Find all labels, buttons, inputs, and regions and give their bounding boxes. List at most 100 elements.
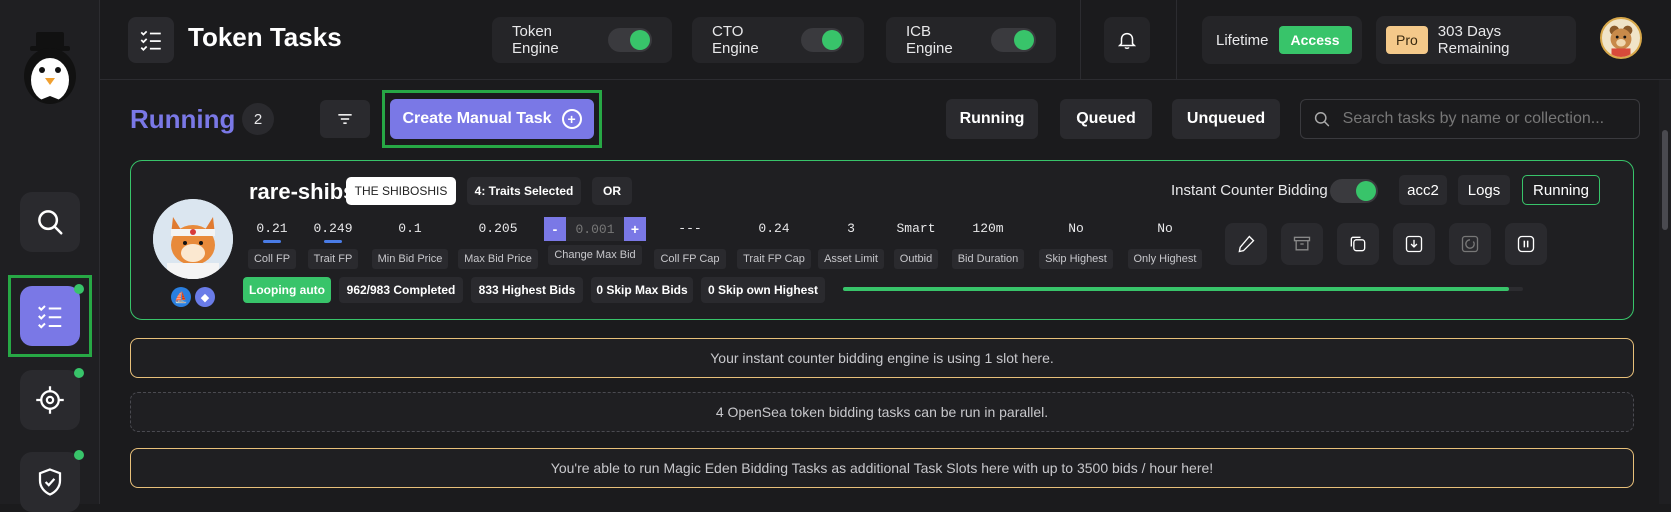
stat-trait-fp: 0.249 Trait FP [301, 221, 365, 269]
task-card: ⛵ ◆ rare-shibs THE SHIBOSHIS 4: Traits S… [130, 160, 1634, 320]
scrollbar[interactable] [1659, 80, 1671, 504]
collection-image [153, 199, 233, 279]
filter-button[interactable] [320, 100, 370, 138]
stat-label: Coll FP Cap [654, 249, 726, 269]
stat-label: Change Max Bid [548, 245, 642, 265]
avatar[interactable] [1600, 17, 1642, 59]
pro-plan: Pro 303 Days Remaining [1376, 16, 1576, 64]
stat-label: Max Bid Price [458, 249, 538, 269]
tab-running[interactable]: Running [946, 99, 1038, 139]
stat-underline [324, 240, 342, 243]
edit-button[interactable] [1225, 223, 1267, 265]
create-manual-task-button[interactable]: Create Manual Task + [390, 99, 594, 139]
plus-circle-icon: + [561, 109, 582, 129]
duplicate-icon [1350, 236, 1366, 252]
parallel-tasks-notice: 4 OpenSea token bidding tasks can be run… [130, 392, 1634, 432]
task-name: rare-shibs [249, 179, 356, 204]
skip-max-bids-count: 0 Skip Max Bids [591, 277, 693, 303]
opensea-icon: ⛵ [171, 287, 191, 307]
increment-button[interactable]: + [624, 217, 646, 241]
download-button[interactable] [1393, 223, 1435, 265]
days-remaining: 303 Days Remaining [1437, 23, 1510, 57]
icb-slot-notice: Your instant counter bidding engine is u… [130, 338, 1634, 378]
skip-own-highest-count: 0 Skip own Highest [701, 277, 825, 303]
stat-max-bid: 0.205 Max Bid Price [453, 221, 543, 269]
collection-chip: THE SHIBOSHIS [346, 177, 456, 205]
progress-fill [843, 287, 1510, 291]
token-engine-toggle[interactable] [608, 28, 652, 52]
status-dot [74, 368, 84, 378]
sidebar-item-tasks[interactable] [20, 284, 84, 346]
stat-value: No [1157, 221, 1173, 236]
stat-label: Outbid [893, 249, 939, 269]
stat-value: 0.205 [478, 221, 518, 236]
create-button-label: Create Manual Task [402, 110, 552, 127]
sidebar-item-shield[interactable] [20, 450, 84, 512]
chain-icons: ⛵ ◆ [171, 287, 215, 307]
engine-label: CTO Engine [712, 23, 759, 57]
penguin-logo-icon[interactable] [18, 30, 82, 110]
looping-badge: Looping auto [243, 277, 331, 303]
sidebar [0, 0, 100, 512]
stepper-value[interactable]: 0.001 [566, 217, 624, 241]
cto-engine-toggle[interactable] [800, 28, 844, 52]
stat-coll-fp-cap: --- Coll FP Cap [647, 221, 733, 269]
icb-engine-toggle[interactable] [991, 28, 1036, 52]
account-chip: acc2 [1399, 175, 1447, 205]
pause-button[interactable] [1505, 223, 1547, 265]
refresh-button[interactable] [1449, 223, 1491, 265]
lifetime-label: Lifetime [1216, 31, 1269, 49]
access-badge: Access [1278, 26, 1352, 54]
archive-button[interactable] [1281, 223, 1323, 265]
stat-min-bid: 0.1 Min Bid Price [367, 221, 453, 269]
refresh-icon [1461, 235, 1479, 253]
pro-badge: Pro [1386, 26, 1428, 54]
edit-icon [1238, 235, 1255, 253]
task-status-badge: Running [1522, 175, 1600, 205]
filter-icon [338, 114, 352, 124]
stat-value: --- [678, 221, 702, 236]
stat-label: Trait FP [307, 249, 359, 269]
notifications-button[interactable] [1104, 17, 1150, 63]
decrement-button[interactable]: - [544, 217, 566, 241]
target-icon [36, 386, 64, 414]
pause-icon [1517, 235, 1535, 253]
task-progress-bar [843, 287, 1523, 291]
sidebar-item-target[interactable] [20, 368, 84, 430]
shield-icon [38, 468, 62, 496]
bell-icon [1117, 32, 1137, 49]
tab-queued[interactable]: Queued [1060, 99, 1152, 139]
stat-asset-limit: 3 Asset Limit [815, 221, 887, 269]
task-list-icon [140, 30, 161, 51]
stat-underline [263, 240, 281, 243]
stat-coll-fp: 0.21 Coll FP [243, 221, 301, 269]
stat-change-max-bid: - 0.001 + Change Max Bid [543, 217, 647, 265]
stat-trait-fp-cap: 0.24 Trait FP Cap [733, 221, 815, 269]
engine-label: Token Engine [512, 23, 559, 57]
stat-value: 0.249 [313, 221, 353, 236]
token-engine-toggle-group: Token Engine [492, 17, 672, 63]
stat-skip-highest: No Skip Highest [1033, 221, 1119, 269]
duplicate-button[interactable] [1337, 223, 1379, 265]
stat-value: 0.1 [398, 221, 422, 236]
stat-label: Asset Limit [818, 249, 884, 269]
search-input[interactable] [1342, 110, 1627, 128]
stat-value: Smart [896, 221, 936, 236]
top-bar: Token Tasks Token Engine CTO Engine ICB … [100, 0, 1671, 80]
page-title: Token Tasks [188, 22, 342, 52]
search-box [1300, 99, 1640, 139]
sidebar-item-search[interactable] [20, 192, 80, 252]
task-list-icon [38, 305, 62, 329]
stat-bid-duration: 120m Bid Duration [945, 221, 1031, 269]
archive-icon [1293, 236, 1311, 251]
stat-label: Bid Duration [951, 249, 1025, 269]
tab-unqueued[interactable]: Unqueued [1172, 99, 1280, 139]
stat-value: 0.24 [758, 221, 790, 236]
status-dot [74, 450, 84, 460]
traits-chip[interactable]: 4: Traits Selected [467, 177, 581, 205]
icb-toggle[interactable] [1330, 179, 1378, 203]
stat-value: No [1068, 221, 1084, 236]
divider [1080, 0, 1081, 80]
logs-button[interactable]: Logs [1458, 175, 1510, 205]
stat-label: Only Highest [1127, 249, 1203, 269]
